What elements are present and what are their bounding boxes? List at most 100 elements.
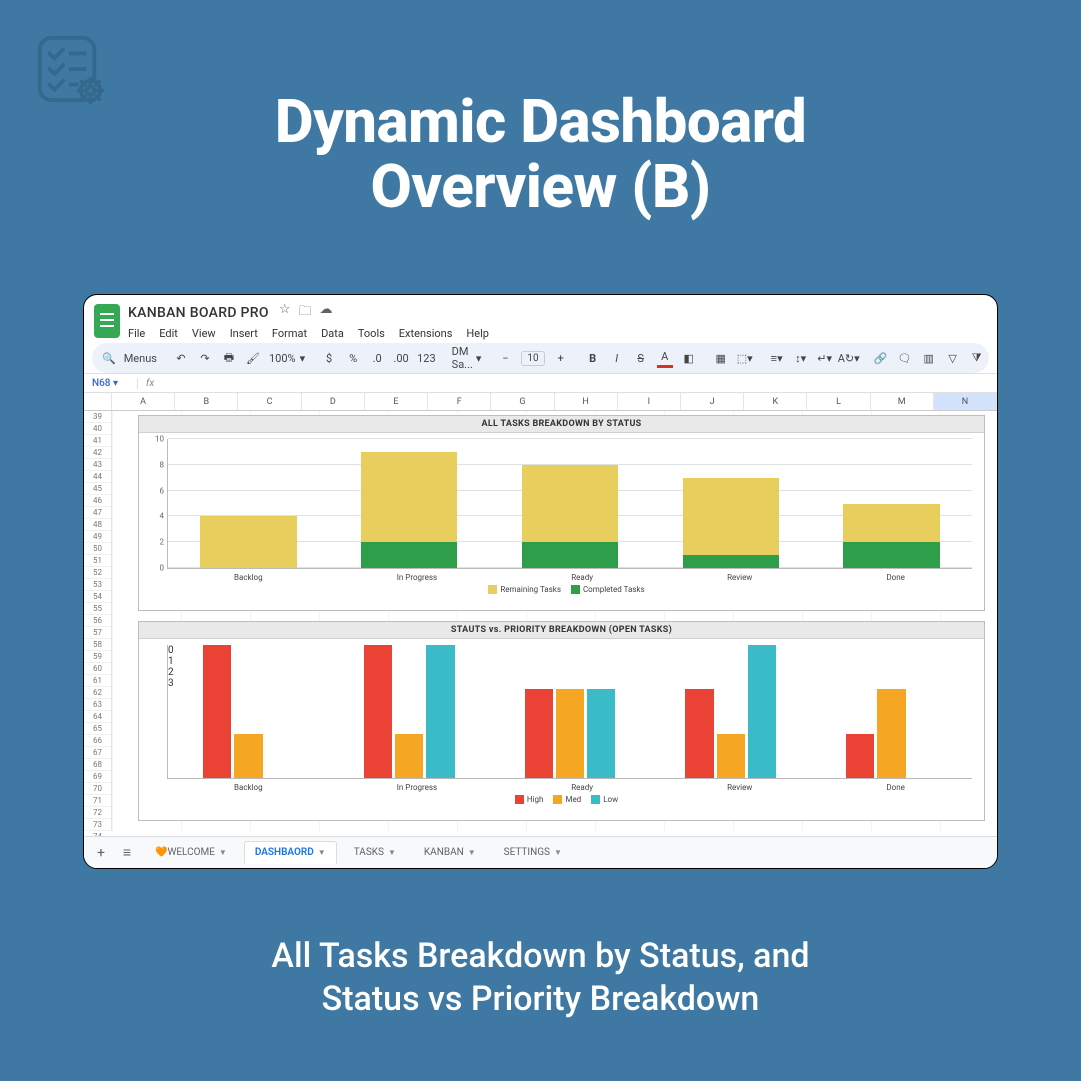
functions-button[interactable]: Σ: [993, 348, 998, 368]
move-icon[interactable]: 🗀: [299, 302, 312, 324]
row-45[interactable]: 45: [84, 483, 111, 495]
row-58[interactable]: 58: [84, 639, 111, 651]
col-A[interactable]: A: [112, 393, 175, 410]
redo-icon[interactable]: ↷: [197, 348, 213, 368]
dec-decrease-button[interactable]: .0: [369, 348, 385, 368]
add-sheet-button[interactable]: +: [92, 845, 110, 861]
sheet-tab-welcome[interactable]: 🧡WELCOME▼: [144, 841, 238, 864]
menu-file[interactable]: File: [128, 327, 145, 340]
row-47[interactable]: 47: [84, 507, 111, 519]
row-headers[interactable]: 3940414243444546474849505152535455565758…: [84, 411, 112, 831]
grid-canvas[interactable]: ALL TASKS BREAKDOWN BY STATUS 0246810 Ba…: [112, 411, 997, 831]
col-E[interactable]: E: [365, 393, 428, 410]
menu-extensions[interactable]: Extensions: [399, 327, 453, 340]
rotate-button[interactable]: A↻▾: [841, 348, 857, 368]
col-G[interactable]: G: [491, 393, 554, 410]
row-72[interactable]: 72: [84, 807, 111, 819]
col-M[interactable]: M: [871, 393, 934, 410]
search-menus-label[interactable]: Menus: [124, 352, 157, 365]
row-57[interactable]: 57: [84, 627, 111, 639]
font-family-select[interactable]: DM Sa...▾: [452, 345, 482, 371]
undo-icon[interactable]: ↶: [173, 348, 189, 368]
row-66[interactable]: 66: [84, 735, 111, 747]
font-size-input[interactable]: 10: [521, 351, 544, 366]
paint-format-icon[interactable]: 🖌: [245, 348, 261, 368]
row-41[interactable]: 41: [84, 435, 111, 447]
row-68[interactable]: 68: [84, 759, 111, 771]
merge-button[interactable]: ⬚▾: [737, 348, 753, 368]
search-icon[interactable]: 🔍: [102, 352, 116, 365]
fill-color-button[interactable]: ◧: [681, 348, 697, 368]
comment-button[interactable]: 🗨: [897, 348, 913, 368]
print-icon[interactable]: 🖶: [221, 348, 237, 368]
sheet-tab-tasks[interactable]: TASKS▼: [343, 841, 407, 864]
doc-title[interactable]: KANBAN BOARD PRO: [128, 305, 269, 321]
number-format-button[interactable]: 123: [417, 352, 436, 365]
row-59[interactable]: 59: [84, 651, 111, 663]
col-H[interactable]: H: [555, 393, 618, 410]
col-B[interactable]: B: [175, 393, 238, 410]
sheet-tab-settings[interactable]: SETTINGS▼: [493, 841, 573, 864]
italic-button[interactable]: I: [609, 348, 625, 368]
row-51[interactable]: 51: [84, 555, 111, 567]
name-box[interactable]: N68 ▾: [84, 378, 138, 389]
row-52[interactable]: 52: [84, 567, 111, 579]
row-55[interactable]: 55: [84, 603, 111, 615]
filter-button[interactable]: ▽: [945, 348, 961, 368]
col-I[interactable]: I: [618, 393, 681, 410]
row-69[interactable]: 69: [84, 771, 111, 783]
row-43[interactable]: 43: [84, 459, 111, 471]
dec-increase-button[interactable]: .00: [393, 348, 409, 368]
borders-button[interactable]: ▦: [713, 348, 729, 368]
row-44[interactable]: 44: [84, 471, 111, 483]
h-align-button[interactable]: ≡▾: [769, 348, 785, 368]
currency-button[interactable]: $: [321, 348, 337, 368]
row-64[interactable]: 64: [84, 711, 111, 723]
wrap-button[interactable]: ↵▾: [817, 348, 833, 368]
row-48[interactable]: 48: [84, 519, 111, 531]
col-C[interactable]: C: [238, 393, 301, 410]
menu-view[interactable]: View: [192, 327, 216, 340]
row-40[interactable]: 40: [84, 423, 111, 435]
row-62[interactable]: 62: [84, 687, 111, 699]
filter-views-button[interactable]: ⧩: [969, 348, 985, 368]
link-button[interactable]: 🔗: [873, 348, 889, 368]
v-align-button[interactable]: ↕▾: [793, 348, 809, 368]
row-56[interactable]: 56: [84, 615, 111, 627]
strike-button[interactable]: S: [633, 348, 649, 368]
star-icon[interactable]: ☆: [279, 302, 291, 324]
chart-priority-breakdown[interactable]: STAUTS vs. PRIORITY BREAKDOWN (OPEN TASK…: [138, 621, 985, 821]
col-L[interactable]: L: [807, 393, 870, 410]
menu-edit[interactable]: Edit: [159, 327, 178, 340]
row-60[interactable]: 60: [84, 663, 111, 675]
menu-tools[interactable]: Tools: [358, 327, 385, 340]
row-61[interactable]: 61: [84, 675, 111, 687]
menu-data[interactable]: Data: [321, 327, 344, 340]
column-headers[interactable]: ABCDEFGHIJKLMN: [84, 393, 997, 411]
row-39[interactable]: 39: [84, 411, 111, 423]
col-K[interactable]: K: [744, 393, 807, 410]
insert-chart-button[interactable]: ▥: [921, 348, 937, 368]
row-65[interactable]: 65: [84, 723, 111, 735]
menu-insert[interactable]: Insert: [230, 327, 258, 340]
row-54[interactable]: 54: [84, 591, 111, 603]
all-sheets-button[interactable]: ≡: [118, 844, 136, 861]
cloud-icon[interactable]: ☁: [320, 302, 333, 324]
bold-button[interactable]: B: [585, 348, 601, 368]
row-46[interactable]: 46: [84, 495, 111, 507]
row-70[interactable]: 70: [84, 783, 111, 795]
font-size-increase[interactable]: +: [553, 348, 569, 368]
row-71[interactable]: 71: [84, 795, 111, 807]
zoom-select[interactable]: 100%▾: [269, 352, 305, 365]
chart-status-breakdown[interactable]: ALL TASKS BREAKDOWN BY STATUS 0246810 Ba…: [138, 415, 985, 611]
text-color-button[interactable]: A: [657, 348, 673, 368]
row-63[interactable]: 63: [84, 699, 111, 711]
sheet-tab-dashbaord[interactable]: DASHBAORD▼: [244, 841, 337, 864]
row-50[interactable]: 50: [84, 543, 111, 555]
menu-format[interactable]: Format: [272, 327, 307, 340]
row-42[interactable]: 42: [84, 447, 111, 459]
col-N[interactable]: N: [934, 393, 997, 410]
row-73[interactable]: 73: [84, 819, 111, 831]
col-J[interactable]: J: [681, 393, 744, 410]
menu-help[interactable]: Help: [466, 327, 489, 340]
